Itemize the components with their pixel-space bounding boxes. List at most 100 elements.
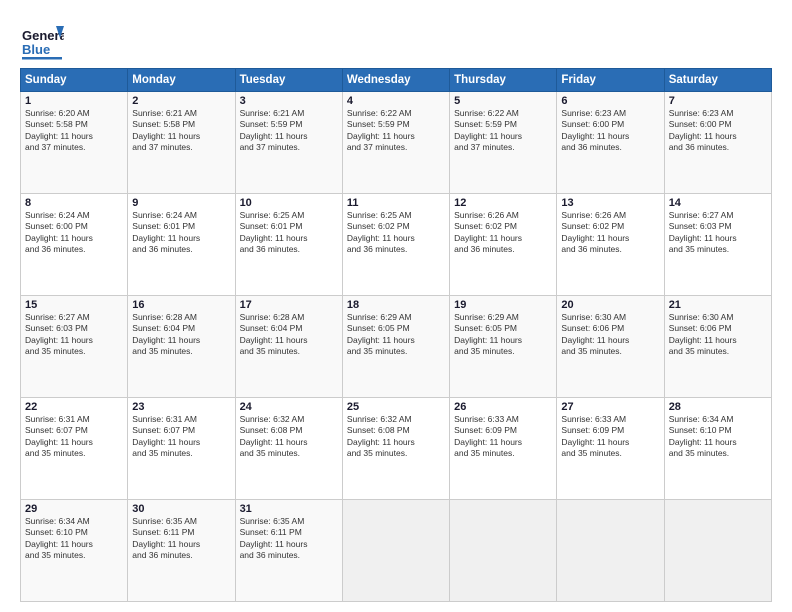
calendar-cell	[450, 500, 557, 602]
calendar-cell: 28Sunrise: 6:34 AMSunset: 6:10 PMDayligh…	[664, 398, 771, 500]
day-number: 28	[669, 401, 767, 413]
day-number: 9	[132, 197, 230, 209]
day-number: 10	[240, 197, 338, 209]
day-number: 30	[132, 503, 230, 515]
calendar-header-thursday: Thursday	[450, 69, 557, 92]
day-number: 27	[561, 401, 659, 413]
cell-content: Sunrise: 6:35 AMSunset: 6:11 PMDaylight:…	[132, 516, 230, 562]
day-number: 25	[347, 401, 445, 413]
svg-text:Blue: Blue	[22, 42, 50, 57]
calendar-cell: 21Sunrise: 6:30 AMSunset: 6:06 PMDayligh…	[664, 296, 771, 398]
day-number: 19	[454, 299, 552, 311]
day-number: 12	[454, 197, 552, 209]
calendar-cell: 9Sunrise: 6:24 AMSunset: 6:01 PMDaylight…	[128, 194, 235, 296]
logo-icon: General Blue	[20, 18, 64, 62]
day-number: 15	[25, 299, 123, 311]
cell-content: Sunrise: 6:31 AMSunset: 6:07 PMDaylight:…	[25, 414, 123, 460]
cell-content: Sunrise: 6:22 AMSunset: 5:59 PMDaylight:…	[454, 108, 552, 154]
day-number: 7	[669, 95, 767, 107]
calendar-cell: 1Sunrise: 6:20 AMSunset: 5:58 PMDaylight…	[21, 92, 128, 194]
cell-content: Sunrise: 6:29 AMSunset: 6:05 PMDaylight:…	[454, 312, 552, 358]
calendar-cell: 19Sunrise: 6:29 AMSunset: 6:05 PMDayligh…	[450, 296, 557, 398]
cell-content: Sunrise: 6:25 AMSunset: 6:02 PMDaylight:…	[347, 210, 445, 256]
cell-content: Sunrise: 6:21 AMSunset: 5:58 PMDaylight:…	[132, 108, 230, 154]
calendar-header-wednesday: Wednesday	[342, 69, 449, 92]
calendar-cell: 2Sunrise: 6:21 AMSunset: 5:58 PMDaylight…	[128, 92, 235, 194]
day-number: 22	[25, 401, 123, 413]
cell-content: Sunrise: 6:20 AMSunset: 5:58 PMDaylight:…	[25, 108, 123, 154]
calendar-week-2: 8Sunrise: 6:24 AMSunset: 6:00 PMDaylight…	[21, 194, 772, 296]
day-number: 4	[347, 95, 445, 107]
calendar-cell: 20Sunrise: 6:30 AMSunset: 6:06 PMDayligh…	[557, 296, 664, 398]
calendar-cell: 26Sunrise: 6:33 AMSunset: 6:09 PMDayligh…	[450, 398, 557, 500]
cell-content: Sunrise: 6:22 AMSunset: 5:59 PMDaylight:…	[347, 108, 445, 154]
cell-content: Sunrise: 6:32 AMSunset: 6:08 PMDaylight:…	[347, 414, 445, 460]
calendar-cell: 17Sunrise: 6:28 AMSunset: 6:04 PMDayligh…	[235, 296, 342, 398]
day-number: 23	[132, 401, 230, 413]
day-number: 26	[454, 401, 552, 413]
logo: General Blue	[20, 18, 64, 62]
day-number: 5	[454, 95, 552, 107]
day-number: 18	[347, 299, 445, 311]
calendar-cell: 27Sunrise: 6:33 AMSunset: 6:09 PMDayligh…	[557, 398, 664, 500]
day-number: 13	[561, 197, 659, 209]
calendar-week-4: 22Sunrise: 6:31 AMSunset: 6:07 PMDayligh…	[21, 398, 772, 500]
calendar-cell: 24Sunrise: 6:32 AMSunset: 6:08 PMDayligh…	[235, 398, 342, 500]
calendar-header-sunday: Sunday	[21, 69, 128, 92]
cell-content: Sunrise: 6:28 AMSunset: 6:04 PMDaylight:…	[240, 312, 338, 358]
calendar-cell: 13Sunrise: 6:26 AMSunset: 6:02 PMDayligh…	[557, 194, 664, 296]
cell-content: Sunrise: 6:32 AMSunset: 6:08 PMDaylight:…	[240, 414, 338, 460]
calendar-cell: 7Sunrise: 6:23 AMSunset: 6:00 PMDaylight…	[664, 92, 771, 194]
calendar-cell: 29Sunrise: 6:34 AMSunset: 6:10 PMDayligh…	[21, 500, 128, 602]
calendar-cell: 6Sunrise: 6:23 AMSunset: 6:00 PMDaylight…	[557, 92, 664, 194]
cell-content: Sunrise: 6:34 AMSunset: 6:10 PMDaylight:…	[669, 414, 767, 460]
day-number: 20	[561, 299, 659, 311]
calendar-cell: 4Sunrise: 6:22 AMSunset: 5:59 PMDaylight…	[342, 92, 449, 194]
calendar-header-saturday: Saturday	[664, 69, 771, 92]
day-number: 17	[240, 299, 338, 311]
calendar-cell: 14Sunrise: 6:27 AMSunset: 6:03 PMDayligh…	[664, 194, 771, 296]
calendar-week-5: 29Sunrise: 6:34 AMSunset: 6:10 PMDayligh…	[21, 500, 772, 602]
day-number: 14	[669, 197, 767, 209]
cell-content: Sunrise: 6:28 AMSunset: 6:04 PMDaylight:…	[132, 312, 230, 358]
calendar-cell	[342, 500, 449, 602]
calendar-cell	[557, 500, 664, 602]
calendar-cell: 15Sunrise: 6:27 AMSunset: 6:03 PMDayligh…	[21, 296, 128, 398]
calendar-cell: 30Sunrise: 6:35 AMSunset: 6:11 PMDayligh…	[128, 500, 235, 602]
cell-content: Sunrise: 6:33 AMSunset: 6:09 PMDaylight:…	[454, 414, 552, 460]
calendar-cell: 5Sunrise: 6:22 AMSunset: 5:59 PMDaylight…	[450, 92, 557, 194]
cell-content: Sunrise: 6:35 AMSunset: 6:11 PMDaylight:…	[240, 516, 338, 562]
day-number: 2	[132, 95, 230, 107]
day-number: 8	[25, 197, 123, 209]
cell-content: Sunrise: 6:27 AMSunset: 6:03 PMDaylight:…	[25, 312, 123, 358]
cell-content: Sunrise: 6:34 AMSunset: 6:10 PMDaylight:…	[25, 516, 123, 562]
header: General Blue	[20, 18, 772, 62]
calendar-cell: 3Sunrise: 6:21 AMSunset: 5:59 PMDaylight…	[235, 92, 342, 194]
day-number: 31	[240, 503, 338, 515]
calendar-header-row: SundayMondayTuesdayWednesdayThursdayFrid…	[21, 69, 772, 92]
cell-content: Sunrise: 6:26 AMSunset: 6:02 PMDaylight:…	[561, 210, 659, 256]
day-number: 6	[561, 95, 659, 107]
cell-content: Sunrise: 6:23 AMSunset: 6:00 PMDaylight:…	[669, 108, 767, 154]
day-number: 11	[347, 197, 445, 209]
calendar-cell: 23Sunrise: 6:31 AMSunset: 6:07 PMDayligh…	[128, 398, 235, 500]
calendar-cell: 22Sunrise: 6:31 AMSunset: 6:07 PMDayligh…	[21, 398, 128, 500]
day-number: 1	[25, 95, 123, 107]
calendar-cell: 11Sunrise: 6:25 AMSunset: 6:02 PMDayligh…	[342, 194, 449, 296]
day-number: 29	[25, 503, 123, 515]
calendar-cell: 10Sunrise: 6:25 AMSunset: 6:01 PMDayligh…	[235, 194, 342, 296]
calendar-cell: 16Sunrise: 6:28 AMSunset: 6:04 PMDayligh…	[128, 296, 235, 398]
cell-content: Sunrise: 6:26 AMSunset: 6:02 PMDaylight:…	[454, 210, 552, 256]
day-number: 16	[132, 299, 230, 311]
cell-content: Sunrise: 6:21 AMSunset: 5:59 PMDaylight:…	[240, 108, 338, 154]
cell-content: Sunrise: 6:30 AMSunset: 6:06 PMDaylight:…	[669, 312, 767, 358]
calendar-cell: 18Sunrise: 6:29 AMSunset: 6:05 PMDayligh…	[342, 296, 449, 398]
calendar-cell: 12Sunrise: 6:26 AMSunset: 6:02 PMDayligh…	[450, 194, 557, 296]
calendar-header-monday: Monday	[128, 69, 235, 92]
calendar-cell: 31Sunrise: 6:35 AMSunset: 6:11 PMDayligh…	[235, 500, 342, 602]
cell-content: Sunrise: 6:33 AMSunset: 6:09 PMDaylight:…	[561, 414, 659, 460]
calendar-cell	[664, 500, 771, 602]
cell-content: Sunrise: 6:24 AMSunset: 6:00 PMDaylight:…	[25, 210, 123, 256]
cell-content: Sunrise: 6:27 AMSunset: 6:03 PMDaylight:…	[669, 210, 767, 256]
day-number: 21	[669, 299, 767, 311]
